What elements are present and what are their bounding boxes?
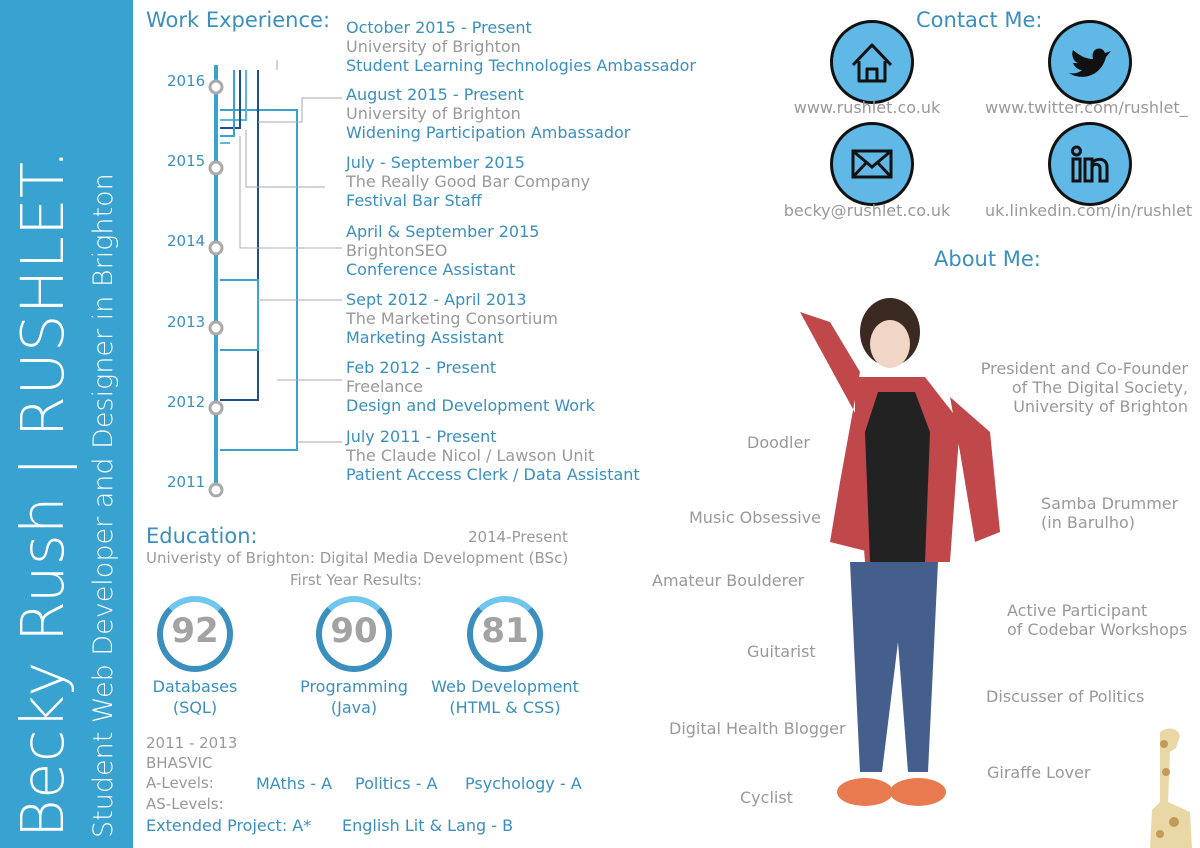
twitter-icon[interactable]: [1048, 20, 1132, 104]
timeline-graphic: [208, 60, 342, 498]
about-line: Samba Drummer: [1041, 494, 1179, 513]
year-label: 2014: [167, 232, 206, 250]
aslevel-grade: English Lit & Lang - B: [342, 816, 514, 835]
job-org: BrightonSEO: [346, 241, 448, 260]
alevels-label: A-Levels:: [146, 774, 214, 792]
about-item: President and Co-Founder of The Digital …: [981, 359, 1188, 416]
job-entry: April & September 2015 BrightonSEO Confe…: [346, 222, 539, 279]
tagline: Student Web Developer and Designer in Br…: [88, 173, 119, 838]
year-dot: [208, 240, 224, 256]
college-period: 2011 - 2013: [146, 734, 238, 752]
twitter-link[interactable]: www.twitter.com/rushlet_: [985, 98, 1188, 117]
about-line: of The Digital Society,: [1011, 378, 1188, 397]
result-line2: (HTML & CSS): [449, 698, 561, 717]
results-label: First Year Results:: [290, 571, 423, 589]
job-date: July - September 2015: [346, 153, 525, 172]
result-line1: Programming: [300, 677, 408, 696]
website-link[interactable]: www.rushlet.co.uk: [767, 98, 967, 117]
job-role: Student Learning Technologies Ambassador: [346, 56, 696, 75]
sidebar: Becky Rush | RUSHLET. Student Web Develo…: [0, 0, 133, 848]
job-role: Marketing Assistant: [346, 328, 504, 347]
year-label: 2011: [167, 473, 206, 491]
linkedin-icon[interactable]: [1048, 122, 1132, 206]
job-date: August 2015 - Present: [346, 85, 524, 104]
about-line: of Codebar Workshops: [1007, 620, 1188, 639]
year-label: 2016: [167, 72, 206, 90]
email-link[interactable]: becky@rushlet.co.uk: [767, 201, 967, 220]
job-entry: August 2015 - Present University of Brig…: [346, 85, 630, 142]
college-name: BHASVIC: [146, 754, 213, 772]
about-item: Digital Health Blogger: [669, 719, 846, 738]
job-org: The Claude Nicol / Lawson Unit: [346, 446, 595, 465]
year-dot: [208, 482, 224, 498]
year-label: 2015: [167, 152, 206, 170]
year-dot: [208, 79, 224, 95]
result-line1: Web Development: [431, 677, 579, 696]
job-date: Sept 2012 - April 2013: [346, 290, 527, 309]
job-date: October 2015 - Present: [346, 18, 532, 37]
giraffe-toy: [1150, 728, 1192, 848]
about-heading: About Me:: [934, 247, 1041, 271]
year-label: 2013: [167, 313, 206, 331]
alevel-grade: MAths - A: [256, 774, 333, 793]
job-role: Design and Development Work: [346, 396, 595, 415]
name-title: Becky Rush | RUSHLET.: [8, 149, 77, 838]
about-item: Guitarist: [747, 642, 816, 661]
job-role: Widening Participation Ambassador: [346, 123, 631, 142]
uni-period: 2014-Present: [468, 528, 568, 546]
job-role: Festival Bar Staff: [346, 191, 482, 210]
score-value: 92: [171, 611, 219, 651]
work-heading: Work Experience:: [146, 8, 331, 32]
job-role: Patient Access Clerk / Data Assistant: [346, 465, 640, 484]
job-entry: October 2015 - Present University of Bri…: [346, 18, 696, 75]
job-date: April & September 2015: [346, 222, 540, 241]
about-item: Discusser of Politics: [986, 687, 1145, 706]
home-icon[interactable]: [830, 20, 914, 104]
contact-heading: Contact Me:: [916, 8, 1043, 32]
about-line: Active Participant: [1007, 601, 1148, 620]
about-item: Samba Drummer (in Barulho): [1041, 494, 1178, 532]
about-line: University of Brighton: [1013, 397, 1188, 416]
about-item: Amateur Boulderer: [652, 571, 805, 590]
result-databases: 92 Databases (SQL): [120, 596, 270, 718]
year-dot: [208, 160, 224, 176]
job-date: Feb 2012 - Present: [346, 358, 497, 377]
about-item: Cyclist: [740, 788, 793, 807]
job-entry: Sept 2012 - April 2013 The Marketing Con…: [346, 290, 558, 347]
job-org: University of Brighton: [346, 37, 521, 56]
about-item: Giraffe Lover: [987, 763, 1091, 782]
about-item: Doodler: [747, 433, 810, 452]
job-org: The Really Good Bar Company: [346, 172, 591, 191]
about-item: Active Participant of Codebar Workshops: [1007, 601, 1187, 639]
job-org: Freelance: [346, 377, 423, 396]
year-dot: [208, 400, 224, 416]
job-role: Conference Assistant: [346, 260, 516, 279]
job-org: University of Brighton: [346, 104, 521, 123]
year-dot: [208, 320, 224, 336]
score-value: 81: [481, 611, 529, 651]
job-entry: July 2011 - Present The Claude Nicol / L…: [346, 427, 640, 484]
result-web-development: 81 Web Development (HTML & CSS): [430, 596, 580, 718]
about-item: Music Obsessive: [689, 508, 821, 527]
result-programming: 90 Programming (Java): [279, 596, 429, 718]
aslevel-grade: Extended Project: A*: [146, 816, 312, 835]
alevel-grade: Politics - A: [355, 774, 438, 793]
job-date: July 2011 - Present: [346, 427, 497, 446]
year-label: 2012: [167, 393, 206, 411]
job-org: The Marketing Consortium: [346, 309, 558, 328]
alevel-grade: Psychology - A: [465, 774, 582, 793]
result-line2: (SQL): [172, 698, 218, 717]
job-entry: Feb 2012 - Present Freelance Design and …: [346, 358, 595, 415]
about-line: President and Co-Founder: [980, 359, 1188, 378]
result-line2: (Java): [330, 698, 378, 717]
about-line: (in Barulho): [1041, 513, 1136, 532]
aslevels-label: AS-Levels:: [146, 795, 224, 813]
score-value: 90: [330, 611, 378, 651]
result-line1: Databases: [152, 677, 238, 696]
job-entry: July - September 2015 The Really Good Ba…: [346, 153, 590, 210]
mail-icon[interactable]: [830, 122, 914, 206]
linkedin-link[interactable]: uk.linkedin.com/in/rushlet: [985, 201, 1192, 220]
education-heading: Education:: [146, 524, 258, 548]
uni-course: Univeristy of Brighton: Digital Media De…: [146, 549, 569, 567]
